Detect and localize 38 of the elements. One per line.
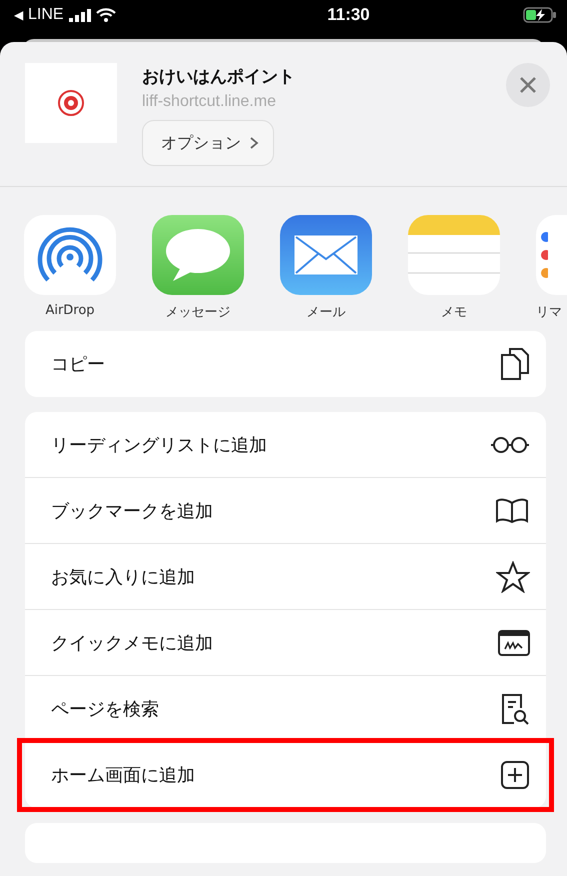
app-label: AirDrop	[45, 303, 95, 318]
site-logo-icon	[58, 90, 84, 116]
signal-icon	[68, 8, 91, 22]
app-icon[interactable]	[280, 215, 372, 295]
share-action[interactable]: ブックマークを追加	[25, 478, 546, 544]
copy-icon	[500, 347, 530, 381]
page-url: liff-shortcut.line.me	[142, 93, 276, 111]
chevron-right-icon	[249, 136, 259, 150]
book-icon	[494, 498, 530, 524]
app-label: メモ	[441, 304, 467, 321]
share-action[interactable]: クイックメモに追加	[25, 610, 546, 676]
options-button[interactable]: オプション	[142, 120, 274, 166]
back-app-label[interactable]: LINE	[28, 6, 64, 24]
app-label: リマ	[536, 304, 562, 321]
share-action[interactable]: ホーム画面に追加	[21, 742, 550, 808]
envelope-icon	[294, 235, 358, 275]
add-square-icon	[500, 760, 530, 790]
app-icon[interactable]	[24, 215, 116, 295]
app-icon[interactable]	[536, 215, 567, 295]
wifi-icon	[96, 8, 116, 22]
quick-note-icon	[498, 630, 530, 656]
glasses-icon	[490, 436, 530, 454]
battery-icon	[522, 7, 557, 23]
copy-action[interactable]: コピー	[25, 331, 546, 397]
close-icon	[519, 76, 537, 94]
star-icon	[496, 560, 530, 592]
back-indicator[interactable]: ◀	[14, 8, 23, 22]
share-action[interactable]: お気に入りに追加	[25, 544, 546, 610]
app-label: メッセージ	[166, 304, 230, 321]
share-action[interactable]: リーディングリストに追加	[25, 412, 546, 478]
app-icon[interactable]	[152, 215, 244, 295]
clock: 11:30	[327, 5, 370, 25]
share-action[interactable]: ページを検索	[25, 676, 546, 742]
close-button[interactable]	[506, 63, 550, 107]
app-label: メール	[306, 304, 346, 321]
page-title: おけいはんポイント	[142, 66, 295, 88]
find-in-page-icon	[500, 692, 530, 726]
speech-bubble-icon	[163, 227, 233, 283]
